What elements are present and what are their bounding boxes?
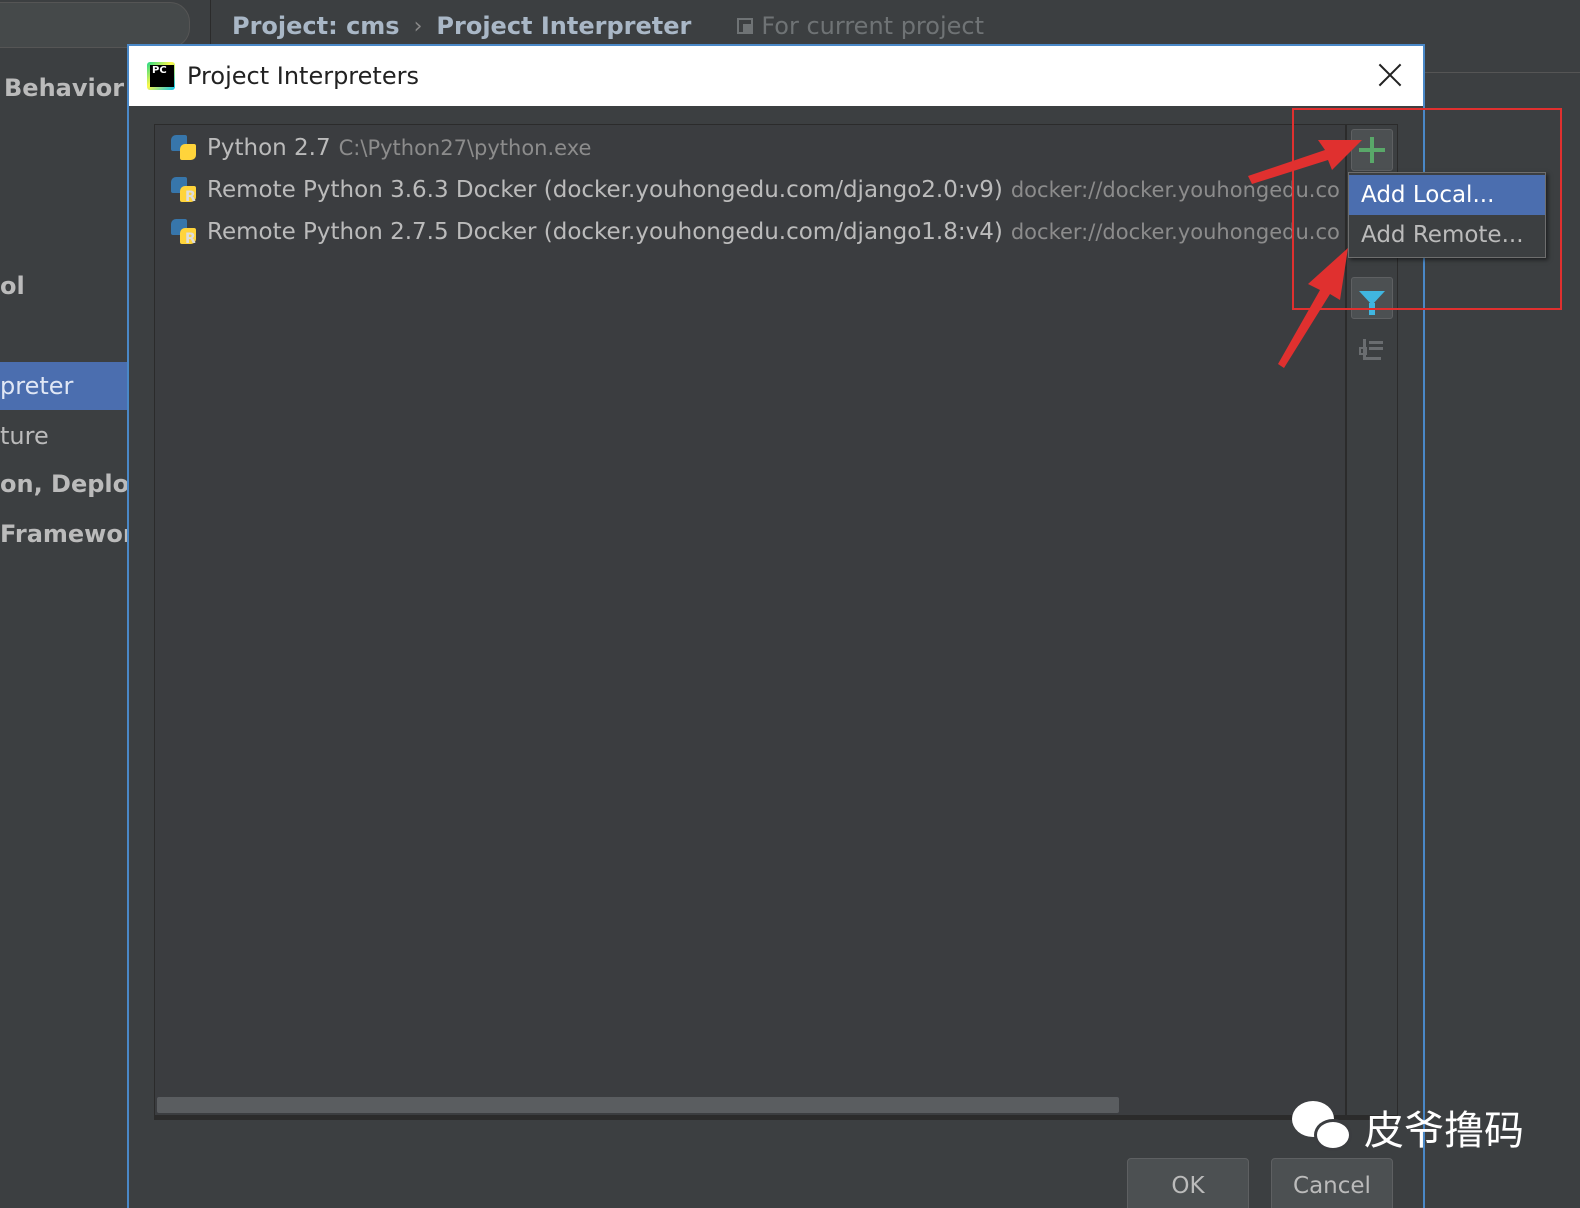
sidebar-item-behavior[interactable]: Behavior xyxy=(4,64,128,112)
sidebar-item-structure[interactable]: ture xyxy=(0,412,128,460)
sidebar-item-interpreter[interactable]: preter xyxy=(0,362,128,410)
sidebar-item-tool[interactable]: ol xyxy=(0,262,128,310)
interpreter-path: docker://docker.youhongedu.co xyxy=(1010,178,1340,202)
annotation-highlight-box xyxy=(1292,108,1562,310)
scope-label: For current project xyxy=(761,12,984,40)
settings-search-field[interactable] xyxy=(0,2,190,48)
interpreter-row[interactable]: R Remote Python 2.7.5 Docker (docker.you… xyxy=(155,211,1345,253)
dialog-title: Project Interpreters xyxy=(187,62,419,90)
interpreter-name: Python 2.7 xyxy=(207,135,331,161)
close-icon[interactable] xyxy=(1373,58,1407,92)
horizontal-scrollbar[interactable] xyxy=(157,1097,1119,1113)
interpreter-row[interactable]: R Remote Python 3.6.3 Docker (docker.you… xyxy=(155,169,1345,211)
remote-python-icon: R xyxy=(169,175,199,205)
copy-scope-icon xyxy=(737,18,754,34)
interpreter-row[interactable]: Python 2.7 C:\Python27\python.exe xyxy=(155,127,1345,169)
wechat-icon xyxy=(1292,1099,1354,1155)
settings-sidebar: Behavior ol preter ture on, Deploym Fram… xyxy=(0,48,128,1208)
scope-indicator: For current project xyxy=(737,12,984,40)
breadcrumb: Project: cms › Project Interpreter For c… xyxy=(232,8,984,44)
divider xyxy=(210,0,211,48)
sidebar-item-deployment[interactable]: on, Deploym xyxy=(0,460,128,508)
tree-icon[interactable] xyxy=(1359,335,1385,361)
interpreter-list-panel: Python 2.7 C:\Python27\python.exe R Remo… xyxy=(154,124,1398,1120)
python-icon xyxy=(169,133,199,163)
interpreter-path: C:\Python27\python.exe xyxy=(338,136,592,160)
project-interpreters-dialog: Project Interpreters Python 2.7 C:\Pytho… xyxy=(127,44,1425,1208)
breadcrumb-page: Project Interpreter xyxy=(436,12,692,40)
breadcrumb-project: Project: cms xyxy=(232,12,400,40)
cancel-button[interactable]: Cancel xyxy=(1271,1158,1393,1208)
divider xyxy=(1425,72,1580,73)
ok-button[interactable]: OK xyxy=(1127,1158,1249,1208)
watermark-text: 皮爷撸码 xyxy=(1364,1108,1524,1154)
interpreter-list: Python 2.7 C:\Python27\python.exe R Remo… xyxy=(155,125,1345,1115)
interpreter-path: docker://docker.youhongedu.co xyxy=(1010,220,1340,244)
dialog-titlebar: Project Interpreters xyxy=(129,46,1423,106)
sidebar-item-frameworks[interactable]: Framework xyxy=(0,510,128,558)
breadcrumb-separator: › xyxy=(413,13,423,39)
watermark: 皮爷撸码 xyxy=(1292,1098,1524,1156)
pycharm-logo-icon xyxy=(147,62,175,90)
interpreter-name: Remote Python 3.6.3 Docker (docker.youho… xyxy=(207,177,1003,203)
remote-python-icon: R xyxy=(169,217,199,247)
interpreter-name: Remote Python 2.7.5 Docker (docker.youho… xyxy=(207,219,1003,245)
